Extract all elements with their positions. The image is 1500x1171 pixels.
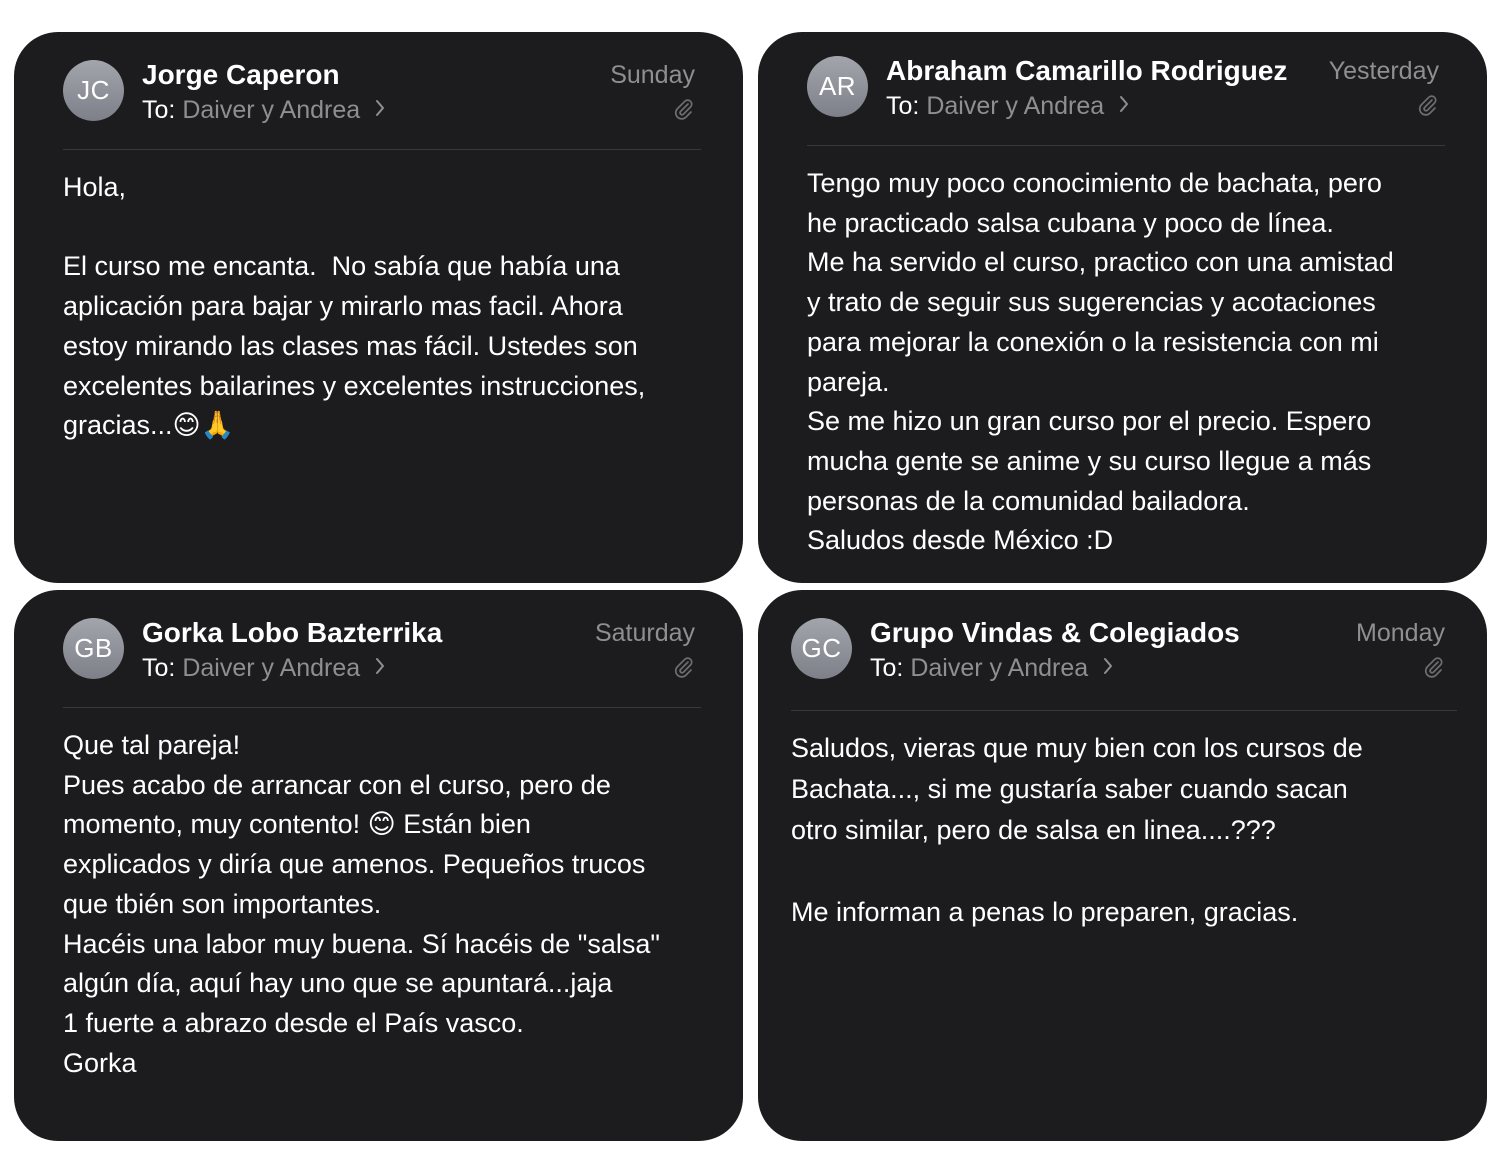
body-line: Hacéis una labor muy buena. Sí hacéis de…	[63, 928, 661, 959]
body-line: he practicado salsa cubana y poco de lín…	[807, 207, 1334, 238]
recipient-names[interactable]: Daiver y Andrea	[182, 654, 360, 682]
paperclip-icon	[674, 99, 693, 120]
body-line: explicados y diría que amenos. Pequeños …	[63, 849, 646, 880]
body-line: Se me hizo un gran curso por el precio. …	[807, 406, 1372, 437]
chevron-right-icon[interactable]	[1103, 657, 1113, 675]
body-line: Pues acabo de arrancar con el curso, per…	[63, 769, 611, 800]
avatar[interactable]: AR	[807, 56, 868, 117]
recipient-row[interactable]: To: Daiver y Andrea	[870, 653, 1113, 683]
body-line: Saludos desde México :D	[807, 525, 1114, 556]
body-line: Tengo muy poco conocimiento de bachata, …	[807, 168, 1382, 198]
email-body: Que tal pareja! Pues acabo de arrancar c…	[63, 726, 713, 1083]
chevron-right-icon[interactable]	[375, 99, 385, 117]
email-date: Monday	[1356, 619, 1445, 647]
email-body: Hola, El curso me encanta. No sabía que …	[63, 168, 713, 446]
body-line: Que tal pareja!	[63, 730, 241, 760]
recipient-names[interactable]: Daiver y Andrea	[910, 654, 1088, 682]
email-header: JC Jorge Caperon To: Daiver y Andrea Sun…	[63, 58, 701, 124]
email-date: Yesterday	[1328, 57, 1439, 85]
recipient-row[interactable]: To: Daiver y Andrea	[142, 653, 385, 683]
divider	[791, 710, 1457, 711]
recipient-names[interactable]: Daiver y Andrea	[182, 96, 360, 124]
email-date: Sunday	[610, 61, 695, 89]
body-line: gracias...😊🙏	[63, 410, 235, 441]
body-line: El curso me encanta. No sabía que había …	[63, 251, 620, 282]
email-header: AR Abraham Camarillo Rodriguez To: Daive…	[807, 54, 1445, 120]
body-line: Bachata..., si me gustaría saber cuando …	[791, 774, 1348, 804]
body-line: Hola,	[63, 172, 127, 202]
email-header: GC Grupo Vindas & Colegiados To: Daiver …	[791, 616, 1445, 682]
paperclip-icon	[1418, 95, 1437, 116]
body-line: Saludos, vieras que muy bien con los cur…	[791, 733, 1363, 763]
avatar[interactable]: GC	[791, 618, 852, 679]
body-line: Gorka	[63, 1047, 137, 1078]
body-line: que tbién son importantes.	[63, 888, 382, 919]
to-label: To:	[142, 96, 176, 124]
email-card[interactable]: GB Gorka Lobo Bazterrika To: Daiver y An…	[14, 590, 743, 1141]
body-line: mucha gente se anime y su curso llegue a…	[807, 445, 1372, 476]
body-line: estoy mirando las clases mas fácil. Uste…	[63, 330, 638, 361]
avatar[interactable]: JC	[63, 60, 124, 121]
body-line: otro similar, pero de salsa en linea....…	[791, 815, 1276, 845]
body-line: excelentes bailarines y excelentes instr…	[63, 370, 646, 401]
email-date: Saturday	[594, 619, 695, 647]
to-label: To:	[142, 654, 176, 682]
body-line: momento, muy contento! 😊 Están bien	[63, 809, 531, 840]
body-line: 1 fuerte a abrazo desde el País vasco.	[63, 1007, 524, 1038]
body-line: personas de la comunidad bailadora.	[807, 485, 1250, 516]
body-line: y trato de seguir sus sugerencias y acot…	[807, 287, 1376, 318]
sender-name: Jorge Caperon	[142, 59, 340, 90]
to-label: To:	[870, 654, 904, 682]
chevron-right-icon[interactable]	[375, 657, 385, 675]
email-body: Tengo muy poco conocimiento de bachata, …	[807, 164, 1457, 561]
body-line: pareja.	[807, 366, 890, 397]
paperclip-icon	[674, 657, 693, 678]
sender-name: Grupo Vindas & Colegiados	[870, 617, 1240, 648]
body-line: algún día, aquí hay uno que se apuntará.…	[63, 968, 613, 999]
email-card[interactable]: AR Abraham Camarillo Rodriguez To: Daive…	[758, 32, 1487, 583]
sender-name: Gorka Lobo Bazterrika	[142, 617, 443, 648]
avatar[interactable]: GB	[63, 618, 124, 679]
recipient-names[interactable]: Daiver y Andrea	[926, 92, 1104, 120]
body-line: Me informan a penas lo preparen, gracias…	[791, 897, 1299, 927]
body-line: aplicación para bajar y mirarlo mas faci…	[63, 291, 623, 322]
body-line: Me ha servido el curso, practico con una…	[807, 247, 1394, 278]
chevron-right-icon[interactable]	[1119, 95, 1129, 113]
email-body: Saludos, vieras que muy bien con los cur…	[791, 728, 1457, 933]
recipient-row[interactable]: To: Daiver y Andrea	[886, 91, 1129, 121]
sender-name: Abraham Camarillo Rodriguez	[886, 55, 1288, 86]
body-line: para mejorar la conexión o la resistenci…	[807, 326, 1379, 357]
email-card[interactable]: GC Grupo Vindas & Colegiados To: Daiver …	[758, 590, 1487, 1141]
email-card[interactable]: JC Jorge Caperon To: Daiver y Andrea Sun…	[14, 32, 743, 583]
to-label: To:	[886, 92, 920, 120]
email-header: GB Gorka Lobo Bazterrika To: Daiver y An…	[63, 616, 701, 682]
divider	[807, 145, 1445, 146]
divider	[63, 707, 701, 708]
paperclip-icon	[1424, 657, 1443, 678]
recipient-row[interactable]: To: Daiver y Andrea	[142, 95, 385, 125]
divider	[63, 149, 701, 150]
